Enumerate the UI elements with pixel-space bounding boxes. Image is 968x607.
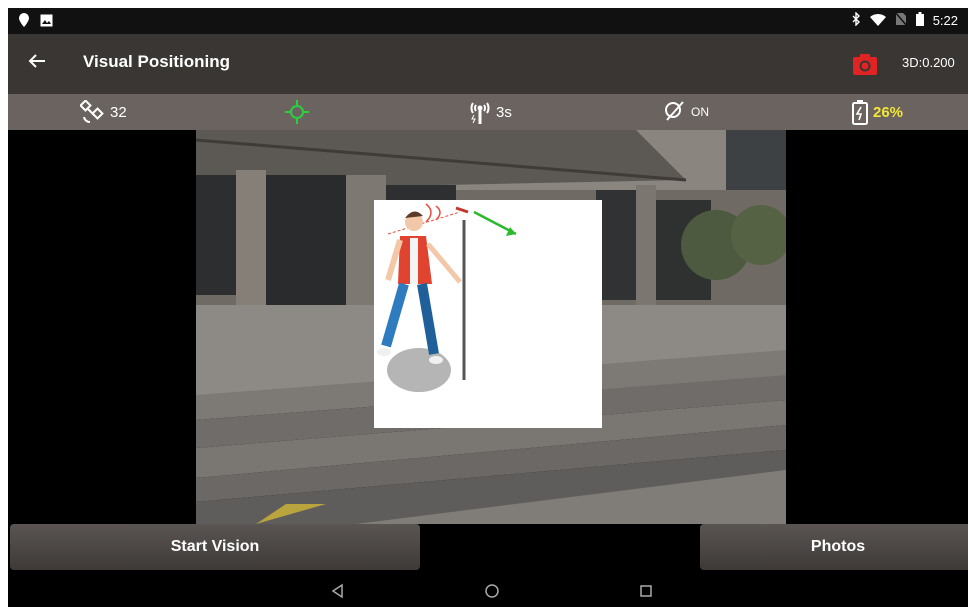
battery-status: 26%: [851, 100, 904, 125]
fix-status[interactable]: [284, 100, 310, 124]
radio-link[interactable]: 3s: [468, 100, 512, 124]
camera-preview[interactable]: [196, 130, 786, 524]
app-header: Visual Positioning 3D:0.200: [8, 34, 968, 94]
page-title: Visual Positioning: [83, 52, 231, 71]
satellite-icon: [80, 100, 104, 124]
nav-back-icon: [331, 583, 343, 599]
tilt-status[interactable]: ON: [661, 100, 709, 124]
satellite-count-value: 32: [110, 103, 127, 121]
bluetooth-icon: [851, 11, 861, 29]
battery-icon: [915, 12, 924, 29]
positioning-guide-illustration: [374, 200, 602, 428]
back-button[interactable]: [28, 48, 46, 78]
info-bar: 32 3s ON 26%: [8, 94, 968, 130]
arrow-left-icon: [28, 54, 45, 68]
battery-percent: 26%: [873, 103, 904, 121]
radio-antenna-icon: [470, 102, 490, 124]
nav-home-button[interactable]: [483, 582, 501, 600]
radio-delay-value: 3s: [496, 103, 512, 121]
start-vision-button[interactable]: Start Vision: [10, 524, 420, 570]
camera-button[interactable]: [852, 51, 878, 77]
photos-button[interactable]: Photos: [700, 524, 968, 570]
wifi-icon: [869, 13, 886, 29]
nav-home-icon: [485, 584, 499, 598]
status-bar: 5:22: [8, 8, 968, 34]
status-time: 5:22: [932, 13, 958, 28]
battery-charging-icon: [852, 100, 868, 125]
satellite-count[interactable]: 32: [80, 100, 127, 124]
nav-recents-icon: [640, 585, 652, 597]
nav-back-button[interactable]: [329, 582, 347, 600]
image-icon: [40, 14, 53, 30]
location-pin-icon: [18, 13, 30, 30]
nav-recents-button[interactable]: [637, 582, 655, 600]
crosshair-icon: [285, 100, 309, 124]
accuracy-readout: 3D:0.200: [902, 55, 955, 70]
system-nav-bar: [8, 574, 968, 607]
device-screen: 5:22 Visual Positioning 3D:0.200 32 3s O…: [8, 8, 968, 607]
camera-icon: [853, 54, 877, 75]
no-sim-icon: [894, 11, 908, 29]
tilt-pole-icon: [665, 101, 684, 121]
tilt-status-value: ON: [691, 105, 709, 119]
